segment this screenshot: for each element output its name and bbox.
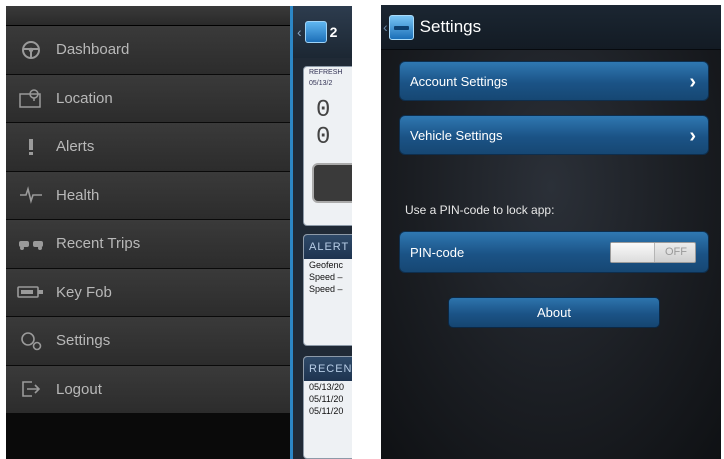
peek-gauge xyxy=(312,163,352,203)
screenshot-root: Dashboard Location Alerts Health Recent … xyxy=(0,0,724,459)
logout-icon xyxy=(16,378,46,400)
account-settings-button[interactable]: Account Settings › xyxy=(399,61,709,101)
menu-label-recent-trips: Recent Trips xyxy=(56,235,141,253)
exclamation-icon xyxy=(16,136,46,158)
peek-refresh-card: REFRESH 05/13/2 0 0 xyxy=(303,66,352,226)
peek-recent-line: 05/11/20 xyxy=(309,406,344,416)
chevron-right-icon: › xyxy=(689,71,696,93)
peek-alert-line: Speed – xyxy=(309,284,343,294)
peek-odometer: 0 0 xyxy=(316,97,331,151)
account-settings-label: Account Settings xyxy=(410,73,508,89)
pin-code-toggle[interactable]: OFF xyxy=(610,242,696,263)
peek-recent-header: RECEN xyxy=(304,357,352,381)
peek-alert-line: Speed – xyxy=(309,272,343,282)
app-logo-icon xyxy=(388,14,414,40)
menu-label-key-fob: Key Fob xyxy=(56,283,112,301)
menu-item-health[interactable]: Health xyxy=(6,171,290,220)
peek-refresh-date: 05/13/2 xyxy=(309,80,333,87)
menu-item-key-fob[interactable]: Key Fob xyxy=(6,268,290,317)
app-logo-icon xyxy=(304,21,327,43)
peek-refresh-label: REFRESH xyxy=(309,69,343,76)
menu-label-dashboard: Dashboard xyxy=(56,41,130,59)
toggle-knob[interactable] xyxy=(611,243,655,262)
menu-item-settings[interactable]: Settings xyxy=(6,317,290,366)
heartbeat-icon xyxy=(16,184,46,206)
settings-screen: ‹ Settings Account Settings › Vehicle Se… xyxy=(381,5,721,459)
chevron-right-icon: › xyxy=(689,125,696,147)
toggle-state-label: OFF xyxy=(665,246,687,258)
map-pin-icon xyxy=(16,87,46,109)
settings-header[interactable]: ‹ Settings xyxy=(381,5,721,50)
key-fob-icon xyxy=(16,281,46,303)
navigation-drawer: Dashboard Location Alerts Health Recent … xyxy=(6,6,290,459)
page-title: Settings xyxy=(419,17,482,36)
trips-icon xyxy=(16,233,46,255)
underlying-dashboard-peek[interactable]: ‹ 2 REFRESH 05/13/2 0 0 ALERT Geofenc Sp… xyxy=(290,6,352,459)
peek-recent-card: RECEN 05/13/20 05/11/20 05/11/20 xyxy=(303,356,352,459)
menu-item-alerts[interactable]: Alerts xyxy=(6,123,290,172)
peek-recent-line: 05/11/20 xyxy=(309,394,344,404)
peek-alerts-card: ALERT Geofenc Speed – Speed – xyxy=(303,234,352,346)
menu-label-health: Health xyxy=(56,186,100,204)
vehicle-settings-label: Vehicle Settings xyxy=(410,127,503,143)
menu-item-dashboard[interactable]: Dashboard xyxy=(6,26,290,75)
peek-recent-line: 05/13/20 xyxy=(309,382,345,392)
settings-icon xyxy=(16,330,46,352)
left-phone-screen: Dashboard Location Alerts Health Recent … xyxy=(6,6,352,459)
peek-header: ‹ 2 xyxy=(293,6,352,58)
menu-label-settings: Settings xyxy=(56,332,111,350)
drawer-empty-area xyxy=(6,414,290,459)
pin-code-label: PIN-code xyxy=(410,244,465,260)
menu-label-alerts: Alerts xyxy=(56,138,95,156)
menu-item-logout[interactable]: Logout xyxy=(6,365,290,414)
vehicle-settings-button[interactable]: Vehicle Settings › xyxy=(399,115,709,155)
menu-label-logout: Logout xyxy=(56,380,102,398)
drawer-top-bar xyxy=(6,6,290,26)
peek-header-number: 2 xyxy=(329,24,338,40)
menu-label-location: Location xyxy=(56,89,113,107)
peek-alerts-header: ALERT xyxy=(304,235,352,259)
menu-item-recent-trips[interactable]: Recent Trips xyxy=(6,220,290,269)
steering-wheel-icon xyxy=(16,39,46,61)
menu-item-location[interactable]: Location xyxy=(6,74,290,123)
back-chevron-icon[interactable]: ‹ xyxy=(383,19,388,35)
pin-code-row: PIN-code OFF xyxy=(399,231,709,273)
about-button[interactable]: About xyxy=(448,297,660,328)
peek-alert-line: Geofenc xyxy=(309,260,344,270)
back-chevron-icon: ‹ xyxy=(297,24,302,40)
pin-caption: Use a PIN-code to lock app: xyxy=(405,203,555,217)
